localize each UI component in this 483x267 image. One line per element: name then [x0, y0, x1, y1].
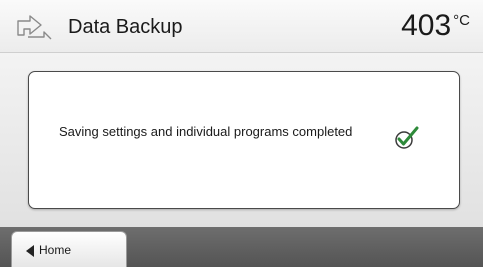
message-box: Saving settings and individual programs … [28, 71, 460, 209]
check-circle-icon [395, 126, 419, 149]
temperature-display: 403 °C [401, 8, 470, 44]
temperature-value: 403 [401, 9, 452, 42]
arrow-left-icon [26, 245, 34, 257]
data-backup-icon [17, 15, 52, 40]
page-title: Data Backup [68, 16, 183, 38]
header-bar: Data Backup 403 °C [0, 0, 483, 53]
home-button[interactable]: Home [11, 231, 127, 267]
screen: Data Backup 403 °C Saving settings and i… [0, 0, 483, 267]
temperature-unit: °C [453, 12, 470, 29]
bottom-bar: Home [0, 227, 483, 267]
home-button-label: Home [39, 243, 72, 257]
content-area: Saving settings and individual programs … [0, 53, 483, 227]
status-message: Saving settings and individual programs … [59, 124, 353, 139]
